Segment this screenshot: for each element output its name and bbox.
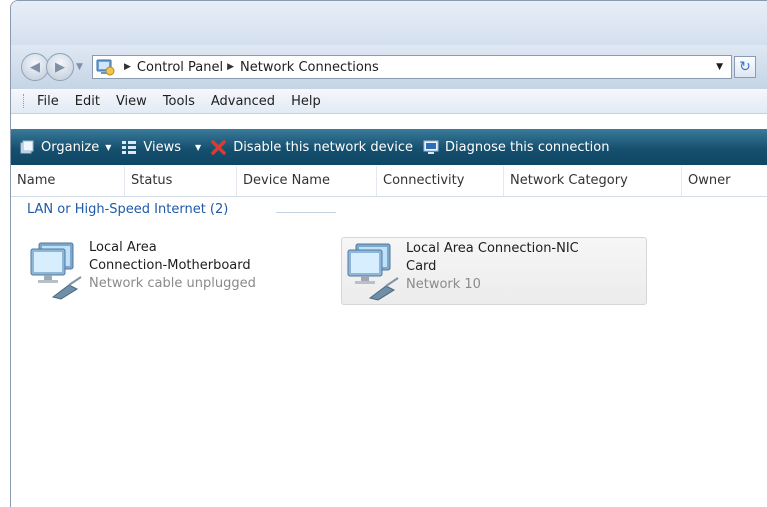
group-header-label: LAN or High-Speed Internet (2) xyxy=(27,202,229,217)
menu-advanced[interactable]: Advanced xyxy=(211,94,275,109)
connection-name-line1: Local Area xyxy=(89,240,157,255)
column-header-device-name[interactable]: Device Name xyxy=(237,166,377,196)
views-button[interactable]: Views ▼ xyxy=(121,139,201,155)
diagnose-icon xyxy=(423,140,439,154)
menu-tools[interactable]: Tools xyxy=(163,94,195,109)
recent-pages-dropdown[interactable]: ▼ xyxy=(76,62,88,72)
diagnose-label: Diagnose this connection xyxy=(445,139,610,155)
menu-bar: File Edit View Tools Advanced Help xyxy=(11,89,767,114)
menu-view[interactable]: View xyxy=(116,94,147,109)
menu-file[interactable]: File xyxy=(37,94,59,109)
control-panel-icon xyxy=(96,59,115,76)
arrow-left-icon: ◀ xyxy=(30,59,40,75)
explorer-window: ◀ ▶ ▼ ▶ Control Panel ▶ Network Connecti… xyxy=(10,0,767,507)
arrow-right-icon: ▶ xyxy=(55,59,65,75)
disable-x-icon xyxy=(211,140,226,155)
connection-status: Network cable unplugged xyxy=(89,276,256,291)
list-item[interactable]: Local Area Connection-Motherboard Networ… xyxy=(25,237,325,305)
breadcrumb-control-panel[interactable]: Control Panel xyxy=(137,60,223,75)
breadcrumb-network-connections[interactable]: Network Connections xyxy=(240,60,379,75)
column-header-network-category[interactable]: Network Category xyxy=(504,166,682,196)
forward-button[interactable]: ▶ xyxy=(46,53,74,81)
breadcrumb-arrow-icon[interactable]: ▶ xyxy=(124,62,131,72)
address-dropdown-icon[interactable]: ▼ xyxy=(716,62,723,72)
list-item[interactable]: Local Area Connection-NIC Card Network 1… xyxy=(341,237,647,305)
menu-help[interactable]: Help xyxy=(291,94,321,109)
network-computer-icon xyxy=(30,242,82,300)
column-header-status[interactable]: Status xyxy=(125,166,237,196)
connection-name-line1: Local Area Connection-NIC xyxy=(406,241,579,256)
refresh-icon: ↻ xyxy=(739,59,751,75)
breadcrumb-arrow-icon[interactable]: ▶ xyxy=(227,62,234,72)
title-bar xyxy=(11,1,767,45)
menu-edit[interactable]: Edit xyxy=(75,94,100,109)
network-computer-icon xyxy=(347,243,399,301)
organize-label: Organize xyxy=(41,139,100,155)
menu-grip xyxy=(23,94,27,108)
organize-icon xyxy=(20,140,34,154)
back-button[interactable]: ◀ xyxy=(21,53,49,81)
disable-label: Disable this network device xyxy=(233,139,414,155)
diagnose-connection-button[interactable]: Diagnose this connection xyxy=(423,139,609,155)
column-header-connectivity[interactable]: Connectivity xyxy=(377,166,504,196)
organize-dropdown-icon: ▼ xyxy=(105,142,112,152)
address-bar-row: ◀ ▶ ▼ ▶ Control Panel ▶ Network Connecti… xyxy=(11,45,767,89)
command-toolbar: Organize ▼ Views ▼ Disable this network … xyxy=(11,129,767,165)
connection-status: Network 10 xyxy=(406,277,481,292)
group-divider xyxy=(276,212,336,213)
connection-name-line2: Card xyxy=(406,259,437,274)
group-header[interactable]: LAN or High-Speed Internet (2) xyxy=(27,202,228,217)
disable-device-button[interactable]: Disable this network device xyxy=(211,139,413,155)
column-headers: Name Status Device Name Connectivity Net… xyxy=(11,166,767,197)
views-icon xyxy=(122,141,137,154)
address-box[interactable]: ▶ Control Panel ▶ Network Connections ▼ xyxy=(92,55,732,79)
connection-name-line2: Connection-Motherboard xyxy=(89,258,251,273)
column-header-owner[interactable]: Owner xyxy=(682,166,767,196)
organize-button[interactable]: Organize ▼ xyxy=(19,139,111,155)
views-dropdown-icon: ▼ xyxy=(195,142,202,152)
column-header-name[interactable]: Name xyxy=(11,166,125,196)
views-label: Views xyxy=(143,139,182,155)
refresh-button[interactable]: ↻ xyxy=(734,56,756,78)
